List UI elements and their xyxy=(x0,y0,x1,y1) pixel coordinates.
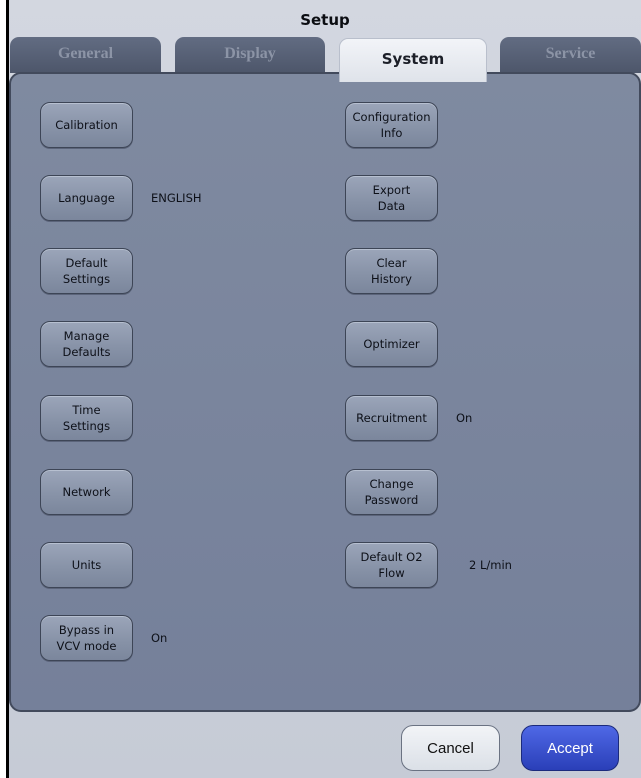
units-button[interactable]: Units xyxy=(40,542,133,588)
window-title: Setup xyxy=(300,11,350,29)
network-button[interactable]: Network xyxy=(40,469,133,515)
recruitment-value: On xyxy=(456,411,473,425)
accept-button[interactable]: Accept xyxy=(521,725,619,771)
clear-history-button[interactable]: Clear History xyxy=(345,248,438,294)
tab-general[interactable]: General xyxy=(10,37,161,73)
bypass-vcv-mode-value: On xyxy=(151,631,168,645)
tab-display[interactable]: Display xyxy=(175,37,325,73)
recruitment-button[interactable]: Recruitment xyxy=(345,395,438,441)
setup-window: Setup General Display System Service Cal… xyxy=(0,0,641,778)
default-o2-flow-value: 2 L/min xyxy=(469,558,512,572)
default-o2-flow-button[interactable]: Default O2 Flow xyxy=(345,542,438,588)
change-password-button[interactable]: Change Password xyxy=(345,469,438,515)
tab-service[interactable]: Service xyxy=(500,37,641,73)
language-value: ENGLISH xyxy=(151,191,202,205)
time-settings-button[interactable]: Time Settings xyxy=(40,395,133,441)
calibration-button[interactable]: Calibration xyxy=(40,102,133,148)
cancel-button[interactable]: Cancel xyxy=(401,725,500,771)
configuration-info-button[interactable]: Configuration Info xyxy=(345,102,438,148)
export-data-button[interactable]: Export Data xyxy=(345,175,438,221)
tab-system[interactable]: System xyxy=(339,38,487,82)
default-settings-button[interactable]: Default Settings xyxy=(40,248,133,294)
manage-defaults-button[interactable]: Manage Defaults xyxy=(40,321,133,367)
language-button[interactable]: Language xyxy=(40,175,133,221)
optimizer-button[interactable]: Optimizer xyxy=(345,321,438,367)
left-border xyxy=(0,0,9,778)
bypass-vcv-mode-button[interactable]: Bypass in VCV mode xyxy=(40,615,133,661)
